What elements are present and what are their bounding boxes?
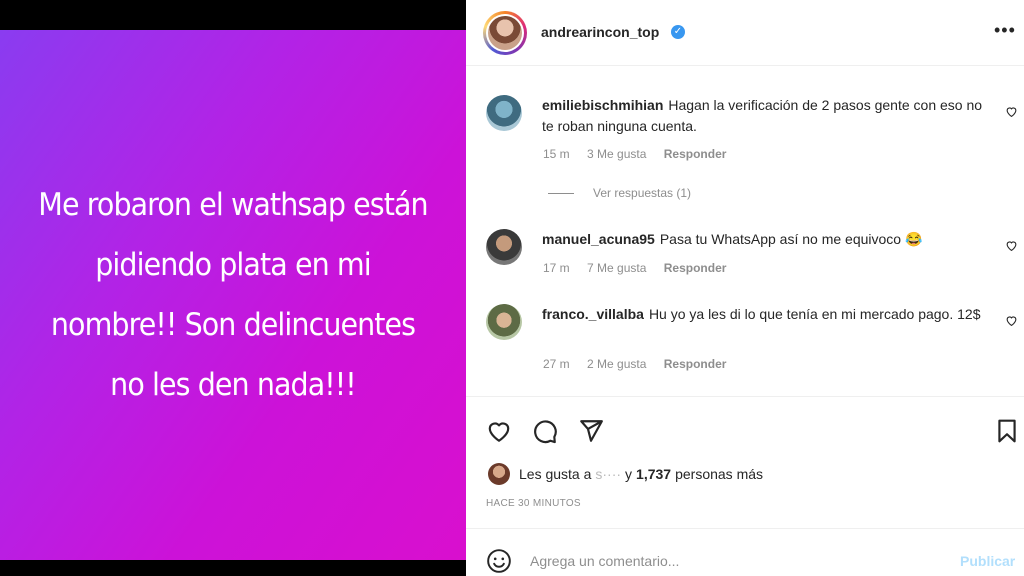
comment-meta: 15 m 3 Me gusta Responder [543,147,740,161]
post-image-text: Me robaron el wathsap están pidiendo pla… [38,187,428,403]
comment-text: emiliebischmihian Hagan la verificación d… [542,95,987,137]
comment-bubble-icon[interactable] [532,418,558,444]
publish-button[interactable]: Publicar [960,553,1015,569]
add-comment-bar: Publicar [466,528,1024,576]
comment-meta: 17 m 7 Me gusta Responder [543,261,740,275]
comment-time: 15 m [543,147,570,161]
comment-avatar[interactable] [486,304,522,340]
reply-button[interactable]: Responder [664,147,727,161]
comment-likes[interactable]: 2 Me gusta [587,357,646,371]
post-side-panel: andrearincon_top ✓ ••• emiliebischmihian… [466,0,1024,576]
post-actions-bar [466,396,1024,458]
likes-suffix: personas más [675,466,764,482]
view-replies-label: Ver respuestas (1) [593,186,692,200]
heart-icon[interactable] [1005,239,1018,252]
liker-avatar [488,463,510,485]
comment-username[interactable]: franco._villalba [542,306,644,322]
comment-avatar[interactable] [486,95,522,131]
likes-prefix: Les gusta a [519,466,592,482]
emoji-icon[interactable] [486,548,512,574]
liker-name-blurred[interactable]: s···· [595,466,621,482]
comment-input[interactable] [530,547,930,575]
comment-meta: 27 m 2 Me gusta Responder [543,357,740,371]
divider [548,192,574,194]
like-heart-icon[interactable] [486,418,512,444]
comment-likes[interactable]: 7 Me gusta [587,261,646,275]
post-image: Me robaron el wathsap están pidiendo pla… [0,0,466,576]
reply-button[interactable]: Responder [664,261,727,275]
heart-icon[interactable] [1005,314,1018,327]
comment-text: manuel_acuna95 Pasa tu WhatsApp así no me… [542,229,987,250]
author-avatar[interactable] [483,11,527,55]
comment-username[interactable]: emiliebischmihian [542,97,663,113]
likes-summary[interactable]: Les gusta a s···· y 1,737 personas más [488,463,763,485]
reply-button[interactable]: Responder [664,357,727,371]
post-header: andrearincon_top ✓ ••• [466,0,1024,66]
save-bookmark-icon[interactable] [994,418,1020,444]
share-send-icon[interactable] [578,418,604,444]
author-username[interactable]: andrearincon_top [541,24,659,40]
comment-time: 17 m [543,261,570,275]
comment-content: Hu yo ya les di lo que tenía en mi merca… [648,306,981,322]
comment-avatar[interactable] [486,229,522,265]
comment-content: Pasa tu WhatsApp así no me equivoco 😂 [659,231,923,247]
likes-connector: y [625,466,633,482]
post-image-background: Me robaron el wathsap están pidiendo pla… [0,30,466,560]
comment-time: 27 m [543,357,570,371]
comment-text: franco._villalba Hu yo ya les di lo que t… [542,304,987,325]
likes-count: 1,737 [636,466,672,482]
heart-icon[interactable] [1005,105,1018,118]
more-options-icon[interactable]: ••• [994,20,1016,41]
post-timestamp: HACE 30 MINUTOS [486,498,581,509]
comment-likes[interactable]: 3 Me gusta [587,147,646,161]
comment-username[interactable]: manuel_acuna95 [542,231,655,247]
view-replies-button[interactable]: Ver respuestas (1) [548,186,691,200]
verified-badge-icon: ✓ [671,25,685,39]
